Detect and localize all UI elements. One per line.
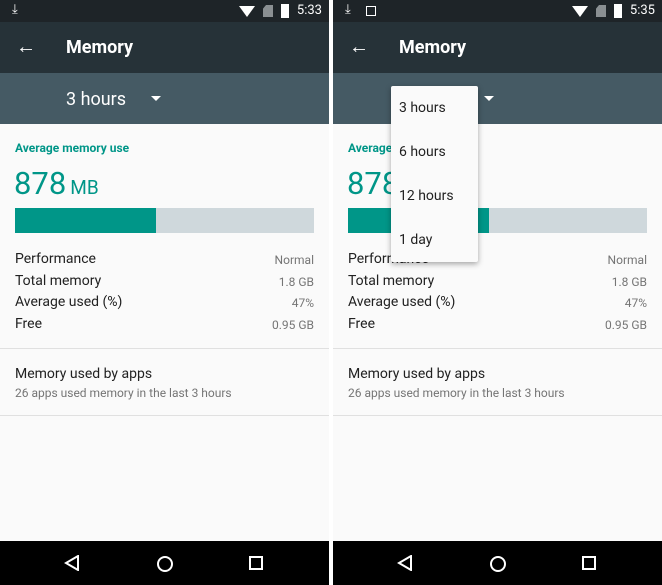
stat-label: Performance bbox=[15, 251, 96, 267]
memory-unit: MB bbox=[70, 176, 99, 199]
stat-value: 47% bbox=[624, 296, 647, 310]
stat-label: Average used (%) bbox=[15, 294, 123, 310]
page-title: Memory bbox=[399, 37, 467, 58]
no-sim-icon bbox=[596, 5, 606, 17]
memory-usage-fill bbox=[15, 208, 156, 233]
apps-title[interactable]: Memory used by apps bbox=[15, 366, 152, 382]
no-sim-icon bbox=[263, 5, 273, 17]
page-title: Memory bbox=[66, 37, 134, 58]
menu-item-6-hours[interactable]: 6 hours bbox=[391, 130, 478, 174]
stat-row-total-memory: Total memory 1.8 GB bbox=[15, 273, 314, 289]
stat-row-average-used: Average used (%) 47% bbox=[348, 294, 647, 310]
stat-value: 0.95 GB bbox=[271, 318, 314, 332]
stat-label: Total memory bbox=[15, 273, 102, 289]
apps-subtitle: 26 apps used memory in the last 3 hours bbox=[15, 386, 232, 400]
divider bbox=[0, 348, 329, 349]
stat-row-performance: Performance Normal bbox=[15, 251, 314, 267]
recents-icon[interactable] bbox=[582, 556, 596, 570]
stat-value: Normal bbox=[274, 253, 314, 267]
stat-row-free: Free 0.95 GB bbox=[348, 316, 647, 332]
stat-value: Normal bbox=[607, 253, 647, 267]
image-icon bbox=[366, 6, 376, 16]
status-time: 5:35 bbox=[629, 3, 655, 18]
dropdown-arrow-icon[interactable] bbox=[484, 96, 494, 101]
status-time: 5:33 bbox=[296, 3, 322, 18]
dropdown-arrow-icon[interactable] bbox=[151, 96, 161, 101]
battery-charging-icon bbox=[614, 4, 622, 18]
home-icon[interactable] bbox=[157, 556, 173, 572]
recents-icon[interactable] bbox=[249, 556, 263, 570]
stat-label: Free bbox=[15, 316, 43, 332]
navigation-bar bbox=[0, 541, 329, 585]
arrow-back-icon[interactable]: ← bbox=[349, 34, 369, 59]
stat-label: Average used (%) bbox=[348, 294, 456, 310]
apps-title[interactable]: Memory used by apps bbox=[348, 366, 485, 382]
stat-value: 1.8 GB bbox=[278, 275, 314, 289]
back-icon[interactable] bbox=[397, 555, 413, 571]
back-icon[interactable] bbox=[64, 555, 80, 571]
stat-row-free: Free 0.95 GB bbox=[15, 316, 314, 332]
stat-value: 1.8 GB bbox=[611, 275, 647, 289]
menu-item-3-hours[interactable]: 3 hours bbox=[391, 86, 478, 130]
time-range-spinner[interactable]: 3 hours bbox=[333, 73, 662, 124]
toolbar: ← Memory bbox=[0, 22, 329, 73]
stat-label: Free bbox=[348, 316, 376, 332]
battery-charging-icon bbox=[281, 4, 289, 18]
apps-subtitle: 26 apps used memory in the last 3 hours bbox=[348, 386, 565, 400]
menu-item-1-day[interactable]: 1 day bbox=[391, 218, 478, 262]
download-icon: ⤓ bbox=[12, 2, 18, 17]
divider bbox=[333, 348, 662, 349]
stat-label: Total memory bbox=[348, 273, 435, 289]
arrow-back-icon[interactable]: ← bbox=[16, 34, 36, 59]
screen-memory-dropdown-open: ⤓ 5:35 ← Memory 3 hours Average memory u… bbox=[333, 0, 662, 585]
home-icon[interactable] bbox=[490, 556, 506, 572]
time-range-dropdown-menu: 3 hours 6 hours 12 hours 1 day bbox=[391, 86, 478, 262]
memory-content: Average memory use 878MB Performance Norm… bbox=[0, 124, 329, 541]
menu-item-12-hours[interactable]: 12 hours bbox=[391, 174, 478, 218]
wifi-icon bbox=[239, 6, 255, 17]
time-range-spinner[interactable]: 3 hours bbox=[0, 73, 329, 124]
navigation-bar bbox=[333, 541, 662, 585]
screen-memory-3-hours: ⤓ 5:33 ← Memory 3 hours Average memory u… bbox=[0, 0, 329, 585]
memory-content: Average memory use 878MB PerformanceNorm… bbox=[333, 124, 662, 541]
average-memory-value: 878MB bbox=[14, 165, 99, 202]
memory-value: 878 bbox=[14, 165, 67, 202]
toolbar: ← Memory bbox=[333, 22, 662, 73]
stat-value: 0.95 GB bbox=[604, 318, 647, 332]
status-bar: ⤓ 5:35 bbox=[333, 0, 662, 22]
spinner-value[interactable]: 3 hours bbox=[66, 89, 126, 110]
stat-row-total-memory: Total memory 1.8 GB bbox=[348, 273, 647, 289]
average-memory-label: Average memory use bbox=[15, 141, 130, 155]
memory-usage-bar bbox=[15, 208, 314, 233]
stat-value: 47% bbox=[291, 296, 314, 310]
download-icon: ⤓ bbox=[345, 2, 351, 17]
divider bbox=[0, 415, 329, 416]
stat-row-average-used: Average used (%) 47% bbox=[15, 294, 314, 310]
wifi-icon bbox=[572, 6, 588, 17]
status-bar: ⤓ 5:33 bbox=[0, 0, 329, 22]
divider bbox=[333, 415, 662, 416]
